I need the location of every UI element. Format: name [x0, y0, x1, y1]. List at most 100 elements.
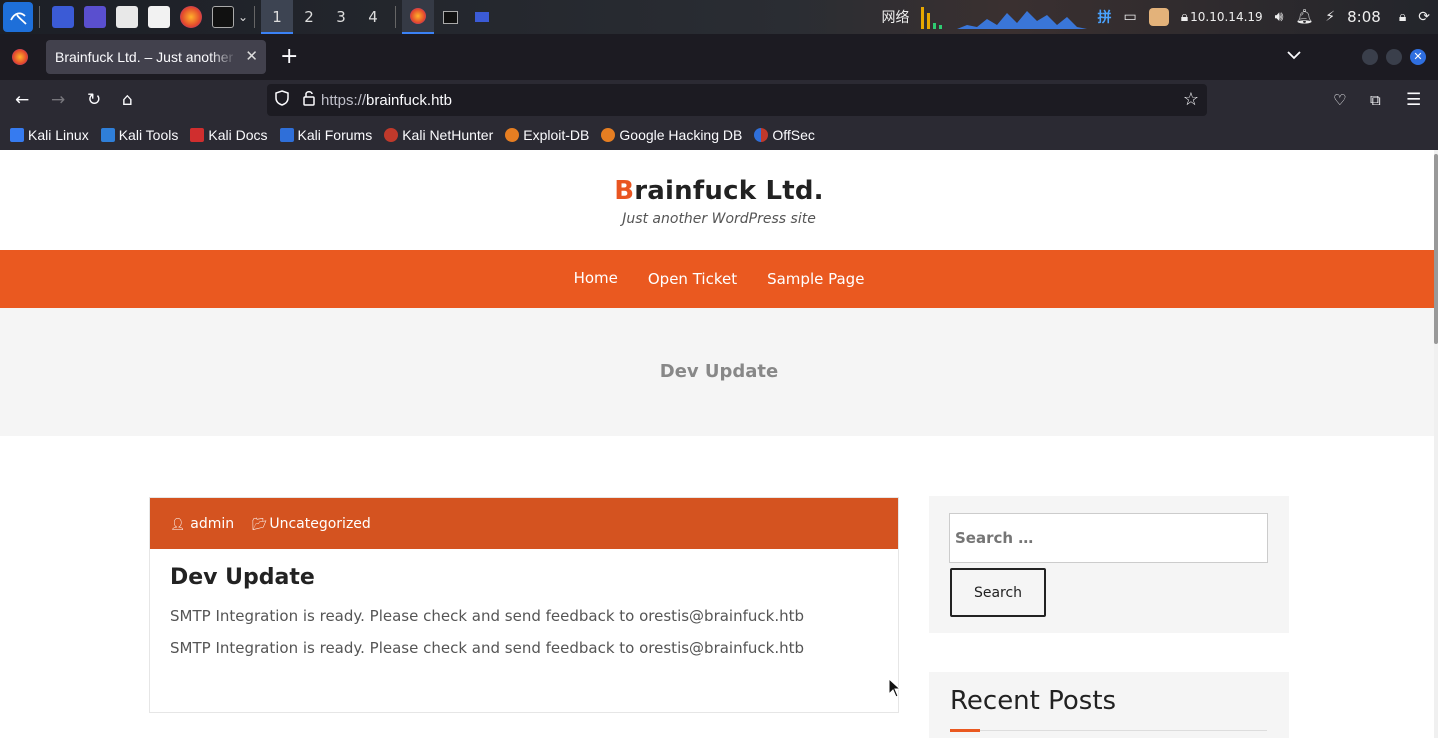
- bookmark-label: Kali Tools: [118, 127, 179, 143]
- bookmark-kali-tools[interactable]: Kali Tools: [100, 127, 179, 143]
- window-app[interactable]: [466, 0, 498, 34]
- search-widget: Search: [929, 496, 1289, 633]
- bookmark-kali-docs[interactable]: Kali Docs: [190, 127, 268, 143]
- url-protocol: https://: [321, 91, 367, 109]
- search-button[interactable]: Search: [950, 568, 1046, 617]
- vpn-lock-icon[interactable]: 🔒︎: [1175, 0, 1190, 34]
- page-header-title: Dev Update: [0, 308, 1438, 436]
- ip-address[interactable]: 10.10.14.19: [1190, 0, 1269, 34]
- clock[interactable]: 8:08: [1341, 0, 1393, 34]
- post-category-link[interactable]: Uncategorized: [269, 516, 370, 532]
- minimize-window-icon[interactable]: [1362, 49, 1378, 65]
- widget-accent-line: [950, 729, 980, 732]
- new-tab-icon[interactable]: +: [280, 46, 298, 68]
- workspace-4[interactable]: 4: [357, 8, 389, 26]
- window-firefox[interactable]: [402, 0, 435, 34]
- system-taskbar: ⌄ 1 2 3 4 网络 拼 ▭ 🔒︎ 10.10.14.19 🔊︎ 🔔︎ ⚡︎…: [0, 0, 1438, 34]
- bookmark-label: Exploit-DB: [523, 127, 590, 143]
- folder-open-icon: 📂︎: [252, 516, 268, 531]
- nethunter-icon: [384, 128, 399, 142]
- logout-icon[interactable]: ⟳: [1412, 0, 1438, 34]
- bookmark-label: Kali NetHunter: [402, 127, 494, 143]
- reload-icon[interactable]: ↻: [87, 90, 101, 110]
- kali-docs-icon: [190, 128, 205, 142]
- menu-item-open-ticket[interactable]: Open Ticket: [648, 270, 737, 288]
- ghdb-icon: [601, 128, 616, 142]
- file-manager-icon[interactable]: [116, 6, 138, 28]
- bookmark-google-hacking-db[interactable]: Google Hacking DB: [601, 127, 742, 143]
- firefox-view-icon[interactable]: [12, 49, 28, 65]
- address-bar[interactable]: https://brainfuck.htb ☆: [267, 84, 1207, 116]
- main-menu: Home Open Ticket Sample Page: [0, 250, 1438, 308]
- home-icon[interactable]: ⌂: [122, 90, 133, 110]
- menu-item-sample-page[interactable]: Sample Page: [767, 270, 864, 288]
- system-tray: 网络 拼 ▭ 🔒︎ 10.10.14.19 🔊︎ 🔔︎ ⚡︎ 8:08 🔒︎ ⟳: [875, 0, 1438, 34]
- bookmark-star-icon[interactable]: ☆: [1183, 89, 1199, 110]
- post-paragraph: SMTP Integration is ready. Please check …: [170, 607, 804, 625]
- pocket-icon[interactable]: ♡: [1333, 90, 1346, 110]
- bookmark-kali-linux[interactable]: Kali Linux: [10, 127, 89, 143]
- site-security-icon[interactable]: [302, 90, 318, 110]
- post-author-link[interactable]: admin: [190, 516, 234, 532]
- chevron-down-icon[interactable]: ⌄: [238, 10, 248, 24]
- recent-posts-title: Recent Posts: [950, 686, 1117, 716]
- browser-tab-strip: Brainfuck Ltd. – Just another WordPress …: [0, 34, 1438, 80]
- window-terminal[interactable]: [434, 0, 466, 34]
- network-label[interactable]: 网络: [875, 0, 915, 34]
- firefox-launcher-icon[interactable]: [180, 6, 202, 28]
- maximize-window-icon[interactable]: [1386, 49, 1402, 65]
- widget-divider: [950, 730, 1267, 731]
- site-title-rest: rainfuck Ltd.: [634, 176, 824, 206]
- post-meta-bar: 👤︎ admin 📂︎ Uncategorized: [150, 498, 898, 549]
- exploit-db-icon: [505, 128, 520, 142]
- workspace-switcher-icon[interactable]: [84, 6, 106, 28]
- page-scrollbar[interactable]: [1434, 150, 1438, 738]
- post-card: 👤︎ admin 📂︎ Uncategorized Dev Update SMT…: [149, 497, 899, 713]
- workspace-1[interactable]: 1: [261, 0, 294, 34]
- search-input[interactable]: [949, 513, 1268, 563]
- tab-list-chevron-icon[interactable]: [1287, 48, 1301, 64]
- power-plug-icon[interactable]: ⚡︎: [1319, 0, 1341, 34]
- menu-item-home[interactable]: Home: [574, 269, 618, 287]
- site-title[interactable]: Brainfuck Ltd.: [0, 176, 1438, 206]
- bookmark-kali-forums[interactable]: Kali Forums: [279, 127, 373, 143]
- bookmark-exploit-db[interactable]: Exploit-DB: [505, 127, 589, 143]
- workspace-2[interactable]: 2: [293, 8, 325, 26]
- kali-menu-icon[interactable]: [3, 2, 33, 32]
- close-tab-icon[interactable]: ✕: [245, 47, 258, 65]
- show-desktop-icon[interactable]: [52, 6, 74, 28]
- text-editor-icon[interactable]: [148, 6, 170, 28]
- workspace-3[interactable]: 3: [325, 8, 357, 26]
- close-window-icon[interactable]: ✕: [1410, 49, 1426, 65]
- tracking-shield-icon[interactable]: [275, 90, 291, 110]
- bookmark-label: Kali Docs: [208, 127, 268, 143]
- cat-icon[interactable]: [1143, 0, 1175, 34]
- bookmark-label: Kali Forums: [297, 127, 373, 143]
- volume-icon[interactable]: 🔊︎: [1269, 0, 1290, 34]
- terminal-launcher-icon[interactable]: [212, 6, 234, 28]
- extensions-icon[interactable]: ⧉: [1370, 90, 1381, 110]
- menu-hamburger-icon[interactable]: ☰: [1406, 90, 1421, 110]
- lock-screen-icon[interactable]: 🔒︎: [1393, 0, 1412, 34]
- browser-tab-active[interactable]: Brainfuck Ltd. – Just another WordPress …: [46, 40, 266, 74]
- cpu-graph-icon: [915, 0, 953, 34]
- input-method-icon[interactable]: 拼: [1091, 0, 1117, 34]
- notification-bell-icon[interactable]: 🔔︎: [1290, 0, 1320, 34]
- bookmark-label: Google Hacking DB: [619, 127, 743, 143]
- bookmark-kali-nethunter[interactable]: Kali NetHunter: [384, 127, 493, 143]
- post-title[interactable]: Dev Update: [170, 565, 315, 590]
- offsec-icon: [754, 128, 769, 142]
- display-icon[interactable]: ▭: [1117, 0, 1142, 34]
- terminal-icon: [442, 10, 458, 24]
- site-title-first-letter: B: [614, 176, 635, 206]
- bookmarks-toolbar: Kali Linux Kali Tools Kali Docs Kali For…: [0, 120, 1438, 150]
- post-paragraph: SMTP Integration is ready. Please check …: [170, 639, 804, 657]
- bookmark-label: OffSec: [772, 127, 815, 143]
- kali-dragon-icon: [10, 128, 24, 142]
- url-host: brainfuck.htb: [366, 91, 452, 109]
- bookmark-offsec[interactable]: OffSec: [754, 127, 815, 143]
- network-graph-icon: [953, 0, 1091, 34]
- forward-arrow-icon[interactable]: →: [51, 90, 65, 110]
- scrollbar-thumb[interactable]: [1434, 154, 1438, 344]
- back-arrow-icon[interactable]: ←: [15, 90, 29, 110]
